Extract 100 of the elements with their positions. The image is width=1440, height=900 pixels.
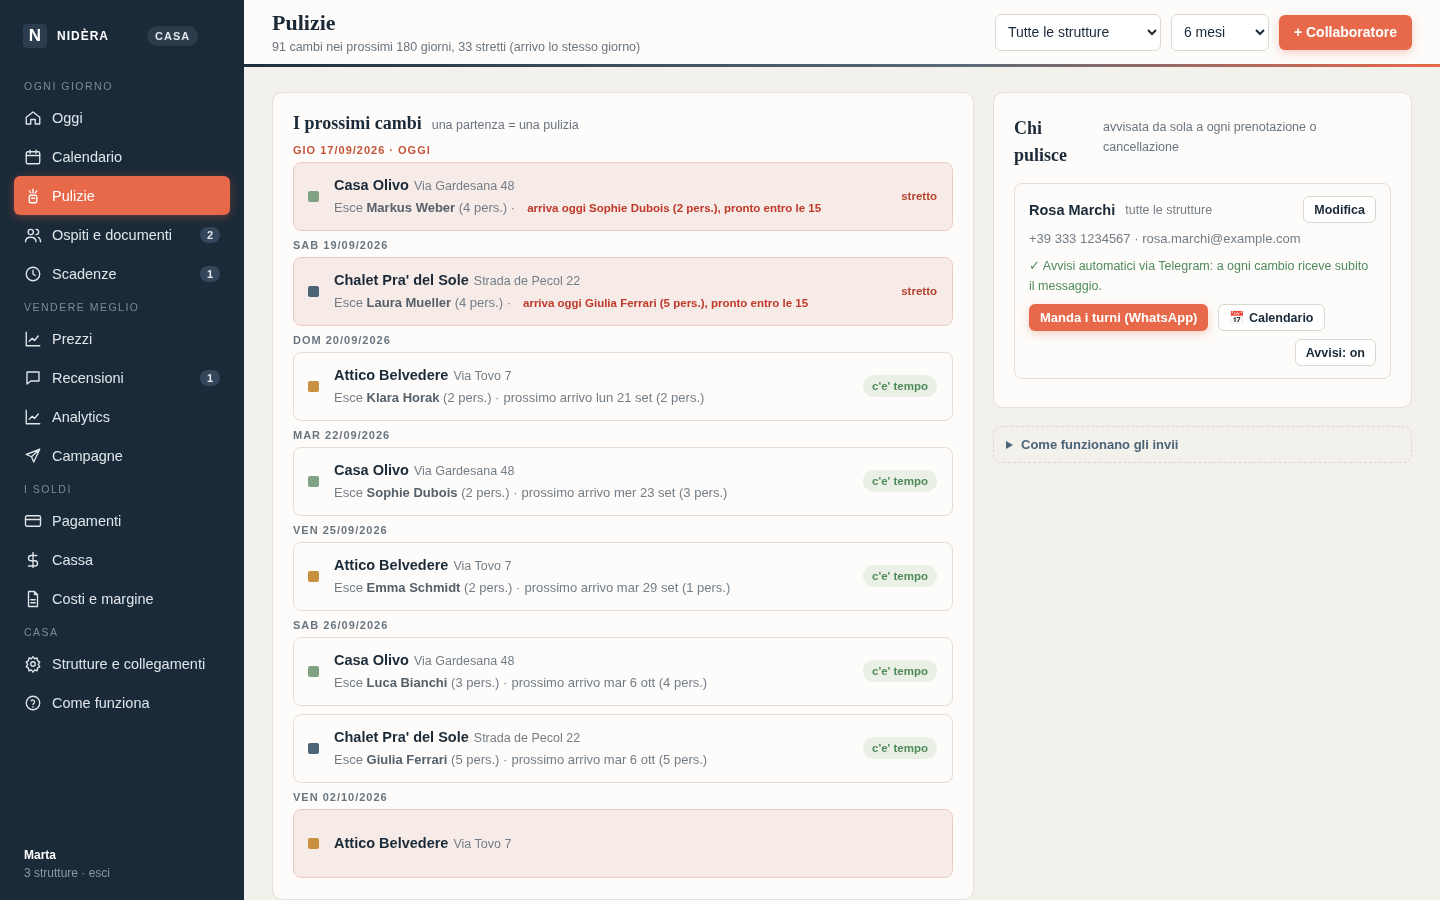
turnover-row[interactable]: Chalet Pra' del Sole Strada de Pecol 22 Esce Laura Mueller (4 pers.) · arriva oggi Giulia Ferrari (5 pers.), pronto entro le 15 stretto <box>293 257 953 326</box>
day-heading: VEN 25/09/2026 <box>293 524 389 536</box>
next-arrival-text: prossimo arrivo mar 6 ott (5 pers.) <box>511 752 708 767</box>
property-address: Via Gardesana 48 <box>413 179 515 193</box>
nav-item[interactable]: Oggi <box>14 98 230 137</box>
property-address: Strada de Pecol 22 <box>473 731 581 745</box>
next-arrival-text: prossimo arrivo lun 21 set (2 pers.) <box>503 390 705 405</box>
nav-item[interactable]: Costi e margine <box>14 579 230 618</box>
filter-select[interactable]: 6 mesi <box>1170 13 1269 51</box>
logo: N <box>23 24 47 48</box>
send-icon <box>24 446 42 465</box>
turnover-row[interactable]: Casa Olivo Via Gardesana 48 Esce Luca Bianchi (3 pers.) · prossimo arrivo mar 6 ott (4 pers.) c'e' tempo <box>293 637 953 706</box>
alerts-toggle-button[interactable]: Avvisi: on <box>1294 339 1376 366</box>
checkout-text: Esce Sophie Dubois (2 pers.) · <box>334 485 518 500</box>
chart-icon <box>24 407 42 426</box>
section-title: CASA <box>23 625 60 640</box>
property-name: Casa Olivo <box>334 177 409 193</box>
property-name: Casa Olivo <box>334 652 409 668</box>
checkout-text: Esce Giulia Ferrari (5 pers.) · <box>334 752 508 767</box>
gear-icon <box>24 654 42 673</box>
chart-icon <box>24 329 42 348</box>
nav-item[interactable]: Analytics <box>14 397 230 436</box>
turnover-row[interactable]: Chalet Pra' del Sole Strada de Pecol 22 Esce Giulia Ferrari (5 pers.) · prossimo arrivo mar 6 ott (5 pers.) c'e' tempo <box>293 714 953 783</box>
checkout-text: Esce Markus Weber (4 pers.) · <box>334 200 516 215</box>
day-heading: DOM 20/09/2026 <box>293 334 392 346</box>
section-title: I SOLDI <box>23 482 73 497</box>
property-address: Via Gardesana 48 <box>413 654 515 668</box>
checkout-text: Esce Emma Schmidt (2 pers.) · <box>334 580 521 595</box>
filter-select[interactable]: Tutte le strutture <box>994 13 1161 51</box>
page-subtitle: 91 cambi nei prossimi 180 giorni, 33 stretti (arrivo lo stesso giorno) <box>272 40 641 54</box>
section-title: VENDERE MEGLIO <box>23 300 141 315</box>
day-heading: SAB 26/09/2026 <box>293 619 390 631</box>
card-title: Chi pulisce <box>1014 117 1068 167</box>
property-name: Chalet Pra' del Sole <box>334 729 469 745</box>
telegram-notice: ✓ Avvisi automatici via Telegram: a ogni cambio riceve subito il messaggio. <box>1029 258 1370 295</box>
cal-icon <box>24 147 42 166</box>
status-tag: c'e' tempo <box>863 565 937 587</box>
nav-item[interactable]: Prezzi <box>14 319 230 358</box>
property-address: Via Tovo 7 <box>453 837 512 851</box>
property-name: Attico Belvedere <box>334 835 449 851</box>
disclosure-icon <box>1006 440 1013 449</box>
next-arrival-text: prossimo arrivo mar 6 ott (4 pers.) <box>511 675 708 690</box>
property-address: Via Gardesana 48 <box>413 464 515 478</box>
next-arrival-text: arriva oggi Giulia Ferrari (5 pers.), pronto entro le 15 <box>523 297 809 309</box>
property-name: Attico Belvedere <box>334 557 449 573</box>
nav-item[interactable]: Come funziona <box>14 683 230 722</box>
checkout-text: Esce Laura Mueller (4 pers.) · <box>334 295 511 310</box>
status-tag: c'e' tempo <box>863 737 937 759</box>
property-address: Via Tovo 7 <box>453 559 512 573</box>
day-heading: VEN 02/10/2026 <box>293 791 389 803</box>
status-tag: c'e' tempo <box>863 660 937 682</box>
nav-item[interactable]: Cassa <box>14 540 230 579</box>
checkout-text: Esce Klara Horak (2 pers.) · <box>334 390 500 405</box>
day-heading: SAB 19/09/2026 <box>293 239 390 251</box>
section-title: OGNI GIORNO <box>23 79 114 94</box>
nav-item[interactable]: Campagne <box>14 436 230 475</box>
status-tag: stretto <box>901 285 937 297</box>
info-disclosure[interactable]: Come funzionano gli invii <box>993 426 1412 463</box>
user-name: Marta <box>24 848 57 862</box>
card-hint: una partenza = una pulizia <box>431 118 579 132</box>
property-address: Via Tovo 7 <box>453 369 512 383</box>
nav-item[interactable]: Recensioni 1 <box>14 358 230 397</box>
count-badge: 1 <box>199 369 220 386</box>
next-arrival-text: prossimo arrivo mer 23 set (3 pers.) <box>521 485 728 500</box>
clock-icon <box>24 264 42 283</box>
day-heading: MAR 22/09/2026 <box>293 429 392 441</box>
turnover-row[interactable]: Casa Olivo Via Gardesana 48 Esce Markus Weber (4 pers.) · arriva oggi Sophie Dubois (2 pers.), pronto entro le 15 stretto <box>293 162 953 231</box>
chat-icon <box>24 368 42 387</box>
turnover-row[interactable]: Attico Belvedere Via Tovo 7 <box>293 809 953 878</box>
checkout-text: Esce Luca Bianchi (3 pers.) · <box>334 675 508 690</box>
property-address: Strada de Pecol 22 <box>473 274 581 288</box>
cleaner-scope: tutte le strutture <box>1125 202 1213 217</box>
card-title: I prossimi cambi <box>293 113 422 134</box>
help-icon <box>24 693 42 712</box>
turnover-row[interactable]: Casa Olivo Via Gardesana 48 Esce Sophie Dubois (2 pers.) · prossimo arrivo mer 23 set (3 pers.) c'e' tempo <box>293 447 953 516</box>
property-name: Chalet Pra' del Sole <box>334 272 469 288</box>
property-name: Attico Belvedere <box>334 367 449 383</box>
next-arrival-text: arriva oggi Sophie Dubois (2 pers.), pronto entro le 15 <box>527 202 822 214</box>
cleaner-contact: +39 333 1234567 · rosa.marchi@example.com <box>1029 231 1302 246</box>
status-tag: c'e' tempo <box>863 375 937 397</box>
page-title: Pulizie <box>272 10 337 36</box>
user-meta: 3 strutture · esci <box>24 866 112 880</box>
turnover-row[interactable]: Attico Belvedere Via Tovo 7 Esce Klara Horak (2 pers.) · prossimo arrivo lun 21 set (2 pers.) c'e' tempo <box>293 352 953 421</box>
nav-item[interactable]: Calendario <box>14 137 230 176</box>
nav-item[interactable]: Scadenze 1 <box>14 254 230 293</box>
nav-item[interactable]: Ospiti e documenti 2 <box>14 215 230 254</box>
calendar-button[interactable]: 📅 Calendario <box>1218 304 1325 331</box>
nav-item[interactable]: Pagamenti <box>14 501 230 540</box>
nav-item[interactable]: Strutture e collegamenti <box>14 644 230 683</box>
day-heading: GIO 17/09/2026 · OGGI <box>293 144 432 156</box>
status-tag: stretto <box>901 190 937 202</box>
card-hint: avvisata da sola a ogni prenotazione o cancellazione <box>1103 119 1318 156</box>
next-arrival-text: prossimo arrivo mar 29 set (1 pers.) <box>524 580 731 595</box>
property-name: Casa Olivo <box>334 462 409 478</box>
brand-name: NIDÈRA <box>57 29 109 43</box>
edit-button[interactable]: Modifica <box>1303 196 1376 223</box>
cleaner-name: Rosa Marchi <box>1029 201 1116 218</box>
turnover-row[interactable]: Attico Belvedere Via Tovo 7 Esce Emma Schmidt (2 pers.) · prossimo arrivo mar 29 set (1 pers.) c'e' tempo <box>293 542 953 611</box>
status-tag: c'e' tempo <box>863 470 937 492</box>
count-badge: 1 <box>199 265 220 282</box>
